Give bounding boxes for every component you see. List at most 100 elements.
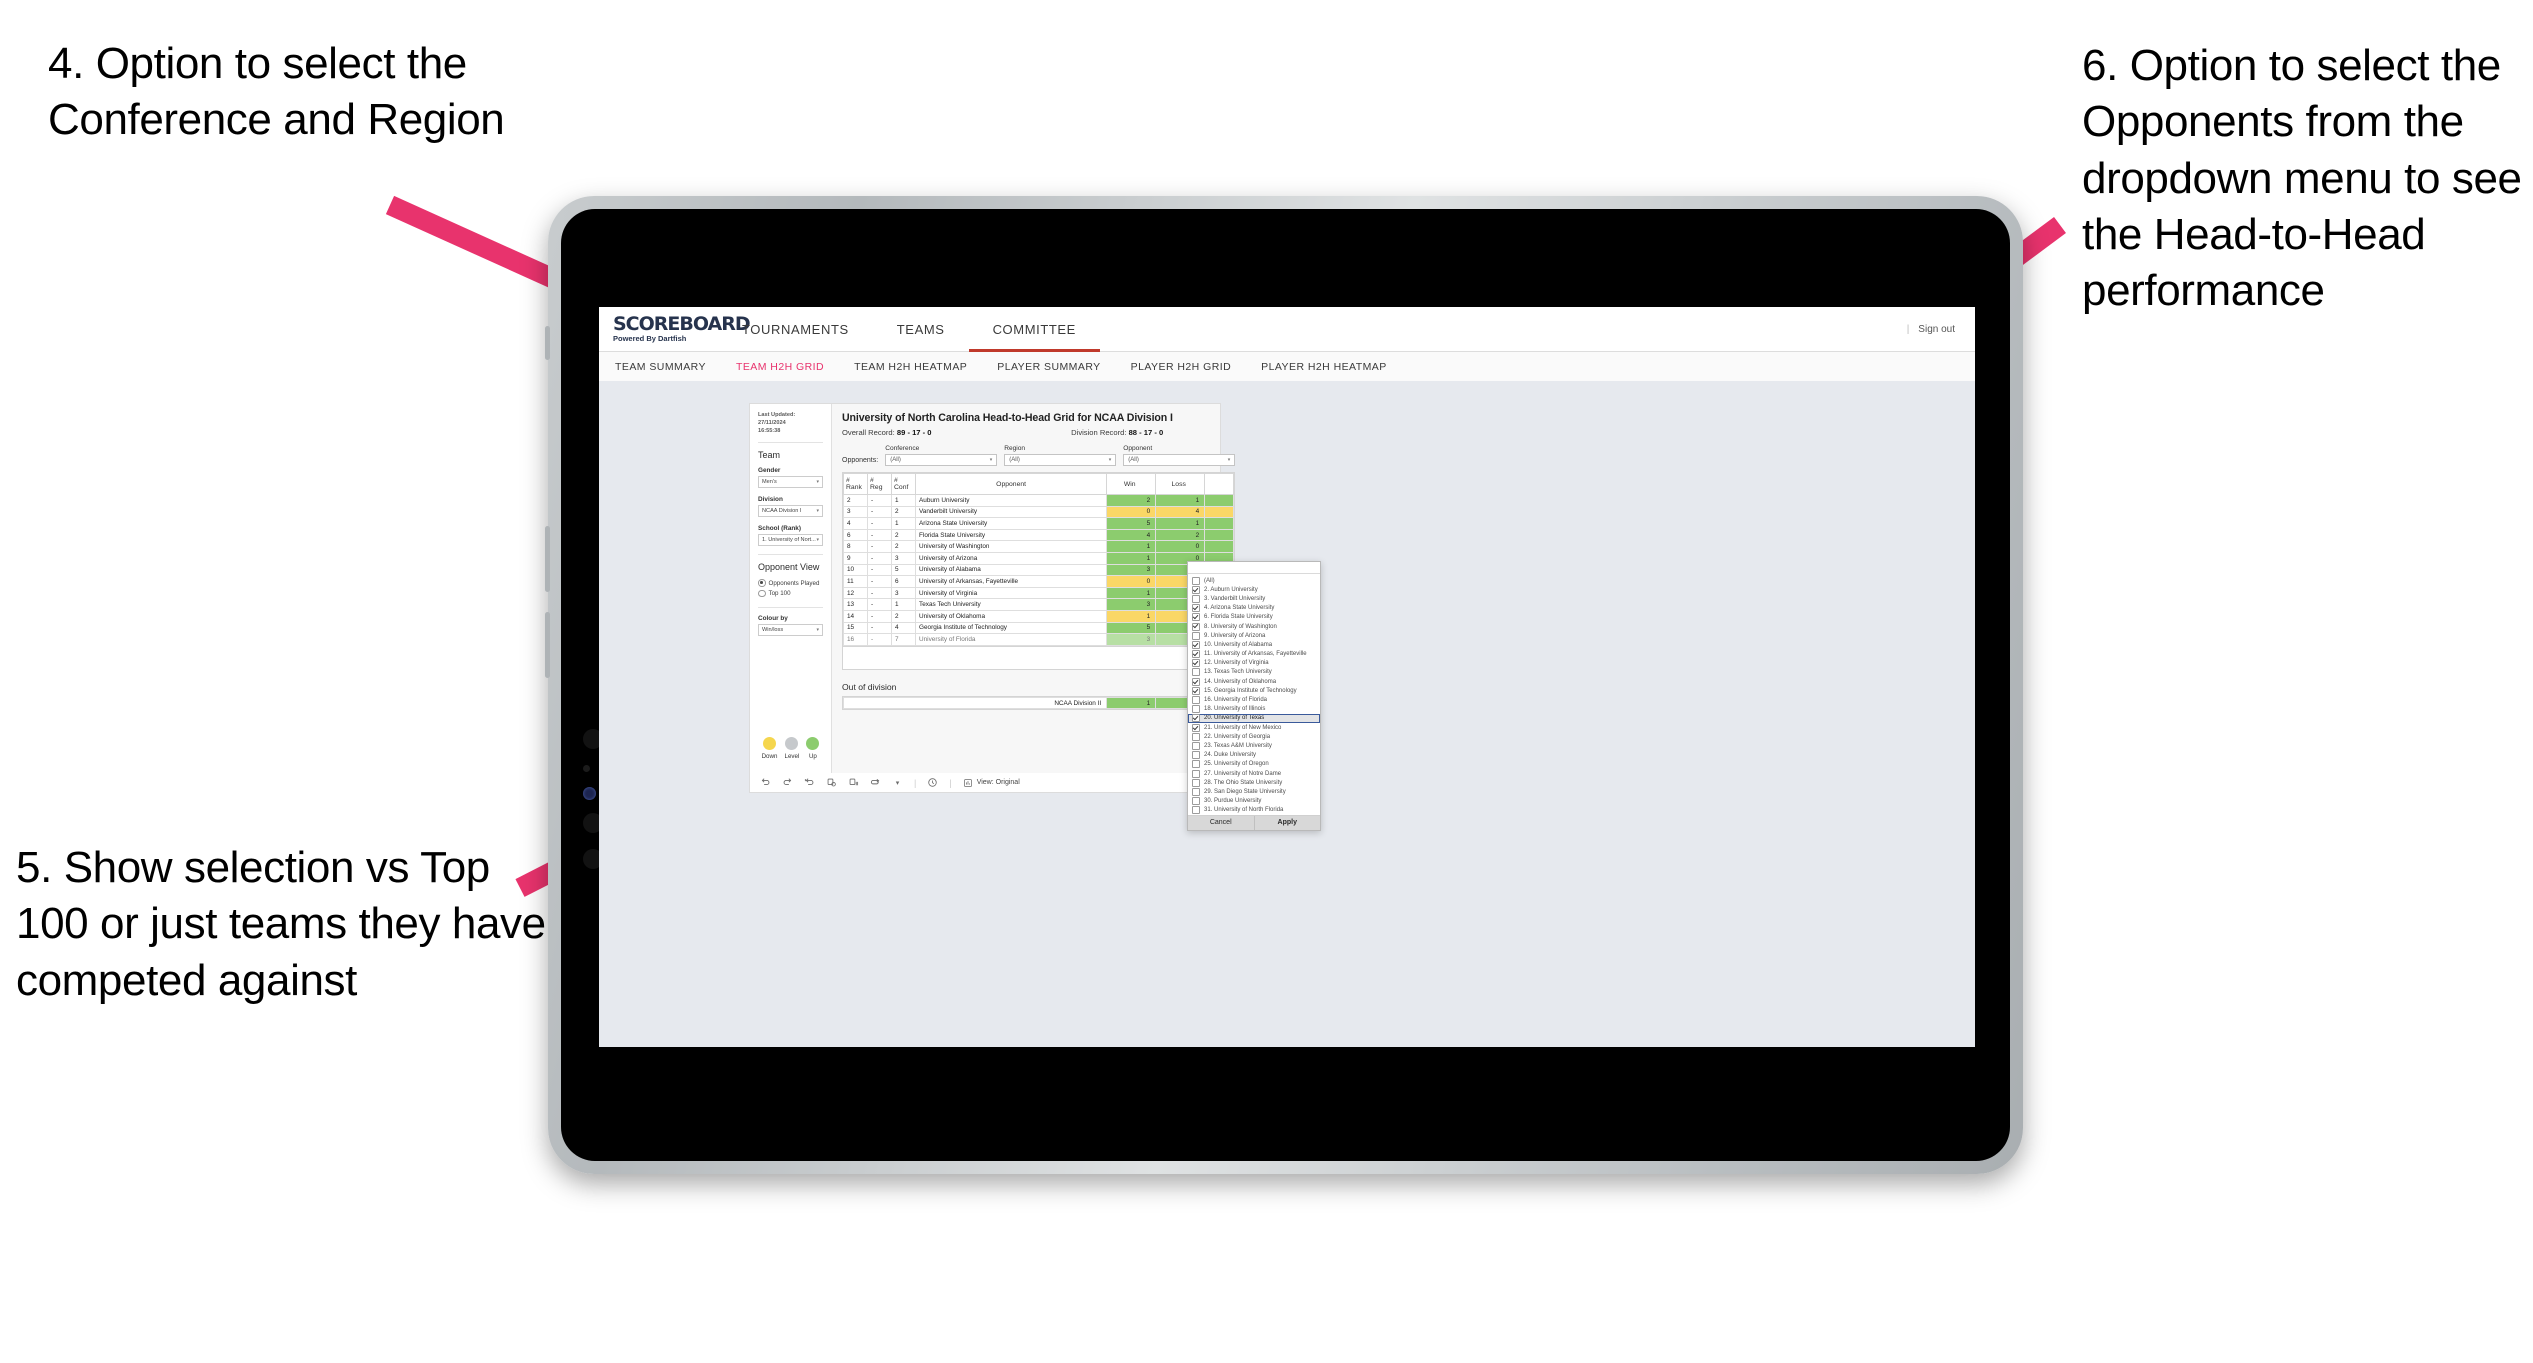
- opponent-list-item[interactable]: 9. University of Arizona: [1188, 631, 1320, 640]
- subnav-player-h2h-heatmap[interactable]: PLAYER H2H HEATMAP: [1261, 361, 1387, 373]
- colour-by-select[interactable]: Win/loss ▾: [758, 624, 823, 637]
- table-row[interactable]: 14-2University of Oklahoma12: [843, 609, 1235, 623]
- opponent-list-item[interactable]: 22. University of Georgia: [1188, 732, 1320, 741]
- nav-tournaments[interactable]: TOURNAMENTS: [718, 307, 873, 351]
- col-opponent[interactable]: Opponent: [914, 473, 1108, 495]
- table-row[interactable]: 15-4Georgia Institute of Technology50: [843, 621, 1235, 635]
- share-icon[interactable]: [870, 777, 881, 788]
- subnav-player-summary[interactable]: PLAYER SUMMARY: [997, 361, 1100, 373]
- scoreboard-logo[interactable]: SCOREBOARD Powered By Dartfish: [599, 307, 751, 351]
- table-row[interactable]: 8-2 University of Washington 1 0: [843, 540, 1235, 553]
- opponent-list-item[interactable]: 13. Texas Tech University: [1188, 668, 1320, 677]
- table-row[interactable]: 6-2 Florida State University 4 2: [843, 528, 1235, 542]
- checkbox-icon[interactable]: [1192, 613, 1200, 622]
- tablet-volume-up-button[interactable]: [545, 526, 550, 592]
- opponent-list-item[interactable]: 24. Duke University: [1188, 751, 1320, 760]
- opponent-list-item[interactable]: 11. University of Arkansas, Fayetteville: [1188, 650, 1320, 659]
- radio-opponents-played[interactable]: Opponents Played: [758, 579, 823, 587]
- opponent-list-item[interactable]: 18. University of Illinois: [1188, 705, 1320, 714]
- view-original-control[interactable]: View: Original: [963, 778, 1020, 788]
- table-row[interactable]: 11-6 University of Arkansas, Fayetteville…: [843, 575, 1235, 588]
- opponent-search-input[interactable]: [1188, 562, 1320, 574]
- table-row[interactable]: 12-3University of Virginia10: [843, 586, 1235, 600]
- checkbox-icon[interactable]: [1192, 732, 1200, 741]
- opponent-list-item[interactable]: 16. University of Florida: [1188, 695, 1320, 705]
- opponent-list-item[interactable]: 31. University of North Florida: [1188, 806, 1320, 815]
- col-conf[interactable]: # Conf: [891, 473, 916, 495]
- col-reg[interactable]: # Reg: [867, 473, 892, 495]
- opponent-list-item[interactable]: 10. University of Alabama: [1188, 640, 1320, 649]
- checkbox-icon[interactable]: [1192, 640, 1200, 649]
- revert-icon[interactable]: [804, 777, 815, 788]
- opponent-list-item[interactable]: 30. Purdue University: [1188, 797, 1320, 806]
- checkbox-icon[interactable]: [1192, 604, 1200, 613]
- opponent-list-item[interactable]: 2. Auburn University: [1188, 585, 1320, 594]
- checkbox-icon[interactable]: [1192, 797, 1200, 806]
- table-row[interactable]: NCAA Division II 1 0: [842, 696, 1235, 710]
- checkbox-icon[interactable]: [1192, 696, 1200, 705]
- opponent-list-item[interactable]: 25. University of Oregon: [1188, 760, 1320, 769]
- opponent-list-item[interactable]: 15. Georgia Institute of Technology: [1188, 686, 1320, 695]
- nav-teams[interactable]: TEAMS: [873, 307, 969, 351]
- subnav-team-h2h-heatmap[interactable]: TEAM H2H HEATMAP: [854, 361, 967, 373]
- checkbox-icon[interactable]: [1192, 622, 1200, 631]
- opponent-list-item[interactable]: 29. San Diego State University: [1188, 787, 1320, 796]
- checkbox-icon[interactable]: [1192, 723, 1200, 732]
- table-row[interactable]: 13-1Texas Tech University30: [843, 598, 1235, 611]
- opponent-list-item[interactable]: 4. Arizona State University: [1188, 604, 1320, 613]
- refresh-data-icon[interactable]: [826, 777, 837, 788]
- opponent-list-item[interactable]: 3. Vanderbilt University: [1188, 594, 1320, 603]
- opponent-list-item[interactable]: 28. The Ohio State University: [1188, 778, 1320, 787]
- checkbox-icon[interactable]: [1192, 741, 1200, 750]
- table-row[interactable]: 4-1 Arizona State University 5 1: [843, 517, 1235, 530]
- opponent-list-item[interactable]: (All): [1188, 576, 1320, 585]
- opponent-list-item[interactable]: 27. University of Notre Dame: [1188, 769, 1320, 778]
- apply-button[interactable]: Apply: [1253, 815, 1320, 830]
- opponent-list-item[interactable]: 23. Texas A&M University: [1188, 741, 1320, 750]
- checkbox-icon[interactable]: [1192, 787, 1200, 796]
- checkbox-icon[interactable]: [1192, 631, 1200, 640]
- subnav-team-summary[interactable]: TEAM SUMMARY: [615, 361, 706, 373]
- table-row[interactable]: 10-5University of Alabama30: [843, 563, 1235, 577]
- cancel-button[interactable]: Cancel: [1188, 815, 1254, 830]
- undo-icon[interactable]: [760, 777, 771, 788]
- opponent-list-item[interactable]: 20. University of Texas: [1188, 713, 1320, 723]
- tablet-power-button[interactable]: [545, 326, 550, 360]
- col-rank[interactable]: # Rank: [843, 473, 868, 495]
- checkbox-icon[interactable]: [1192, 585, 1200, 594]
- opponent-list-item[interactable]: 8. University of Washington: [1188, 622, 1320, 631]
- checkbox-icon[interactable]: [1192, 714, 1200, 723]
- opponent-list-item[interactable]: 14. University of Oklahoma: [1188, 677, 1320, 686]
- checkbox-icon[interactable]: [1192, 576, 1200, 585]
- tablet-volume-down-button[interactable]: [545, 612, 550, 678]
- opponent-list-item[interactable]: 12. University of Virginia: [1188, 659, 1320, 668]
- division-select[interactable]: NCAA Division I ▾: [758, 505, 823, 518]
- chevron-down-icon[interactable]: ▾: [892, 777, 903, 788]
- checkbox-icon[interactable]: [1192, 806, 1200, 815]
- opponent-select[interactable]: (All) ▾: [1123, 454, 1236, 466]
- sign-out-link[interactable]: Sign out: [1918, 324, 1955, 335]
- pause-icon[interactable]: [848, 777, 859, 788]
- checkbox-icon[interactable]: [1192, 705, 1200, 714]
- gender-select[interactable]: Men's ▾: [758, 476, 823, 489]
- table-row[interactable]: 3-2 Vanderbilt University 0 4: [843, 505, 1235, 519]
- subnav-player-h2h-grid[interactable]: PLAYER H2H GRID: [1131, 361, 1232, 373]
- nav-committee[interactable]: COMMITTEE: [968, 307, 1101, 352]
- checkbox-icon[interactable]: [1192, 751, 1200, 760]
- checkbox-icon[interactable]: [1192, 594, 1200, 603]
- redo-icon[interactable]: [782, 777, 793, 788]
- subnav-team-h2h-grid[interactable]: TEAM H2H GRID: [736, 361, 824, 373]
- checkbox-icon[interactable]: [1192, 760, 1200, 769]
- school-rank-select[interactable]: 1. University of Nort... ▾: [758, 534, 823, 547]
- checkbox-icon[interactable]: [1192, 659, 1200, 668]
- col-loss[interactable]: Loss: [1155, 473, 1206, 495]
- table-row[interactable]: 16-7University of Florida31: [843, 633, 1235, 646]
- checkbox-icon[interactable]: [1192, 650, 1200, 659]
- checkbox-icon[interactable]: [1192, 686, 1200, 695]
- radio-top-100[interactable]: Top 100: [758, 589, 823, 598]
- checkbox-icon[interactable]: [1192, 778, 1200, 787]
- conference-select[interactable]: (All) ▾: [885, 454, 998, 466]
- table-row[interactable]: 2-1 Auburn University 2 1: [843, 494, 1235, 507]
- checkbox-icon[interactable]: [1192, 677, 1200, 686]
- region-select[interactable]: (All) ▾: [1004, 454, 1117, 466]
